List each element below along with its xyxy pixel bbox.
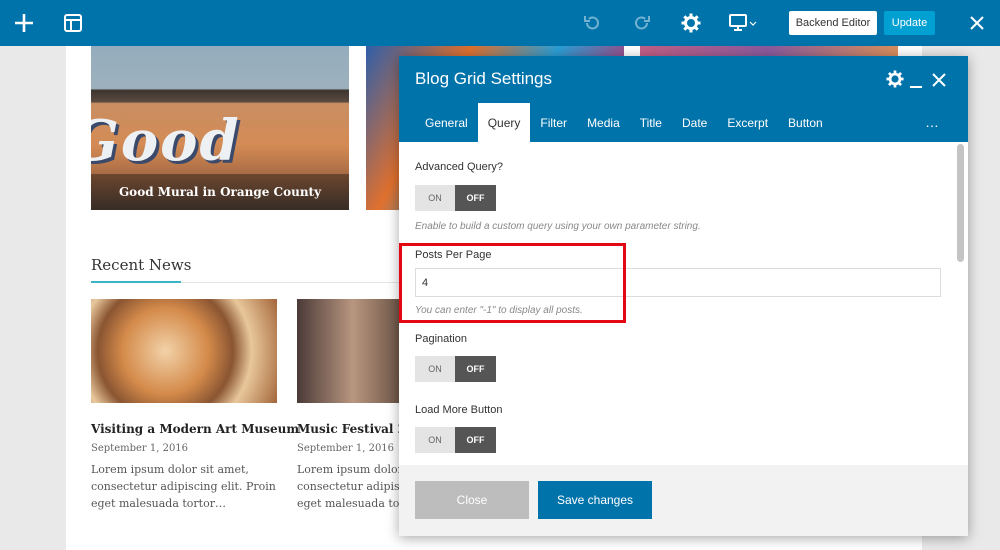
- tab-query[interactable]: Query: [477, 103, 531, 142]
- section-underline: [91, 281, 181, 283]
- tab-media[interactable]: Media: [577, 103, 630, 142]
- undo-icon: [584, 16, 599, 30]
- news-image[interactable]: [91, 299, 277, 403]
- toggle-on[interactable]: ON: [415, 185, 455, 211]
- redo-icon: [635, 16, 650, 30]
- tab-title[interactable]: Title: [630, 103, 672, 142]
- advanced-query-label: Advanced Query?: [415, 161, 504, 173]
- settings-tabs: General Query Filter Media Title Date Ex…: [415, 103, 833, 142]
- more-tabs-button[interactable]: …: [925, 114, 940, 130]
- tab-filter[interactable]: Filter: [530, 103, 577, 142]
- tab-date[interactable]: Date: [672, 103, 717, 142]
- tab-button[interactable]: Button: [778, 103, 833, 142]
- chevron-down-icon: [749, 21, 757, 26]
- advanced-query-help: Enable to build a custom query using you…: [415, 221, 701, 232]
- monitor-icon: [729, 14, 757, 31]
- posts-per-page-label: Posts Per Page: [415, 249, 492, 261]
- posts-per-page-input[interactable]: [415, 268, 941, 297]
- undo-button[interactable]: [578, 0, 606, 46]
- toggle-on[interactable]: ON: [415, 427, 455, 453]
- add-element-button[interactable]: [8, 0, 40, 46]
- modal-close-button[interactable]: [932, 70, 950, 90]
- layout-icon: [64, 14, 82, 32]
- close-button[interactable]: Close: [415, 481, 529, 519]
- update-button[interactable]: Update: [884, 11, 935, 35]
- tab-excerpt[interactable]: Excerpt: [717, 103, 778, 142]
- news-card: Visiting a Modern Art Museum September 1…: [91, 299, 299, 512]
- pagination-label: Pagination: [415, 333, 467, 345]
- gear-icon: [886, 70, 904, 88]
- posts-per-page-help: You can enter "-1" to display all posts.: [415, 305, 583, 316]
- scrollbar[interactable]: [957, 144, 964, 262]
- pagination-toggle[interactable]: ON OFF: [415, 356, 496, 382]
- news-date: September 1, 2016: [91, 443, 189, 454]
- tab-general[interactable]: General: [415, 103, 478, 142]
- toggle-off[interactable]: OFF: [455, 427, 496, 453]
- modal-settings-button[interactable]: [886, 70, 906, 90]
- section-title: Recent News: [91, 256, 192, 274]
- featured-post-1[interactable]: Good Good Mural in Orange County: [91, 46, 349, 210]
- gear-icon: [681, 13, 701, 33]
- save-changes-button[interactable]: Save changes: [538, 481, 652, 519]
- toggle-off[interactable]: OFF: [455, 356, 496, 382]
- settings-body: Advanced Query? ON OFF Enable to build a…: [399, 142, 968, 465]
- close-editor-button[interactable]: [962, 0, 992, 46]
- news-excerpt: Lorem ipsum dolor sit amet, consectetur …: [91, 463, 276, 510]
- news-title[interactable]: Visiting a Modern Art Museum: [91, 422, 299, 436]
- modal-footer: Close Save changes: [399, 465, 968, 536]
- load-more-label: Load More Button: [415, 404, 503, 416]
- plus-icon: [15, 14, 33, 32]
- top-toolbar: Backend Editor Update: [0, 0, 1000, 46]
- backend-editor-button[interactable]: Backend Editor: [789, 11, 877, 35]
- minimize-button[interactable]: [909, 70, 927, 90]
- mural-text: Good: [91, 108, 241, 174]
- modal-header[interactable]: Blog Grid Settings General Query Filter …: [399, 56, 968, 142]
- close-icon: [932, 73, 946, 87]
- responsive-preview-button[interactable]: [725, 0, 761, 46]
- page-settings-button[interactable]: [677, 0, 705, 46]
- blog-grid-settings-modal: Blog Grid Settings General Query Filter …: [399, 56, 968, 536]
- featured-caption[interactable]: Good Mural in Orange County: [119, 185, 321, 199]
- caption-bar: Good Mural in Orange County: [91, 174, 349, 210]
- advanced-query-toggle[interactable]: ON OFF: [415, 185, 496, 211]
- close-icon: [970, 16, 984, 30]
- load-more-toggle[interactable]: ON OFF: [415, 427, 496, 453]
- templates-button[interactable]: [58, 0, 88, 46]
- redo-button[interactable]: [628, 0, 656, 46]
- toggle-off[interactable]: OFF: [455, 185, 496, 211]
- modal-title: Blog Grid Settings: [415, 69, 553, 88]
- toggle-on[interactable]: ON: [415, 356, 455, 382]
- minimize-icon: [910, 86, 922, 88]
